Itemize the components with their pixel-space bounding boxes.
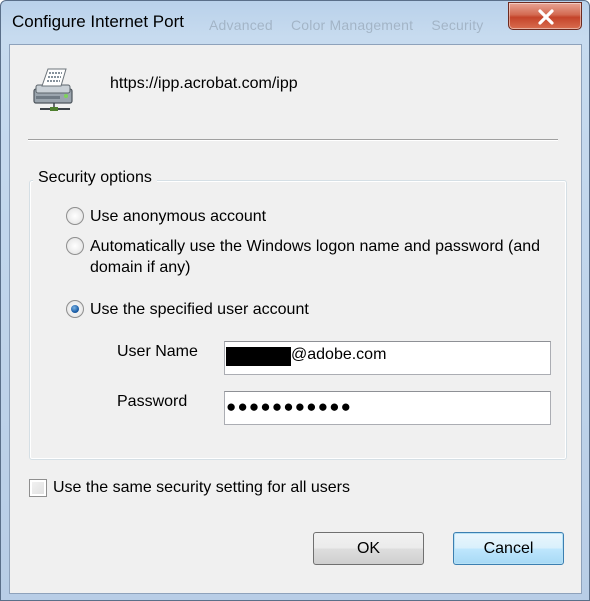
- radio-windows-logon[interactable]: Automatically use the Windows logon name…: [66, 236, 540, 278]
- security-options-legend: Security options: [33, 169, 157, 187]
- printer-network-icon: [33, 68, 73, 111]
- redacted-block: [226, 347, 291, 366]
- radio-anonymous-account[interactable]: Use anonymous account: [66, 206, 266, 227]
- radio-windows-logon-label-line1: Automatically use the Windows logon name…: [90, 238, 541, 255]
- radio-anonymous-label: Use anonymous account: [90, 208, 267, 225]
- background-tabs: Advanced Color Management Security: [209, 17, 498, 33]
- background-tab: Security: [431, 17, 484, 33]
- background-tab: Color Management: [290, 17, 414, 33]
- radio-button[interactable]: [66, 237, 84, 255]
- radio-button-selected[interactable]: [66, 300, 84, 318]
- radio-specified-account[interactable]: Use the specified user account: [66, 299, 309, 320]
- password-input[interactable]: ●●●●●●●●●●●: [224, 391, 551, 425]
- dialog-client-area: https://ipp.acrobat.com/ipp Security opt…: [9, 44, 582, 594]
- window-title: Configure Internet Port: [12, 12, 184, 31]
- user-name-value: @adobe.com: [291, 346, 387, 363]
- radio-specified-label: Use the specified user account: [90, 301, 309, 318]
- same-security-setting-label: Use the same security setting for all us…: [53, 479, 351, 496]
- ok-button[interactable]: OK: [313, 532, 424, 565]
- radio-windows-logon-label-line2: domain if any): [90, 259, 191, 276]
- title-bar[interactable]: Configure Internet Port Advanced Color M…: [1, 1, 589, 43]
- radio-button[interactable]: [66, 207, 84, 225]
- password-value: ●●●●●●●●●●●: [226, 397, 353, 416]
- dialog-window: Configure Internet Port Advanced Color M…: [0, 0, 590, 601]
- cancel-button[interactable]: Cancel: [453, 532, 564, 565]
- same-security-setting-checkbox[interactable]: [29, 479, 47, 497]
- password-label: Password: [117, 393, 188, 410]
- radio-windows-logon-label: Automatically use the Windows logon name…: [90, 236, 540, 278]
- port-url: https://ipp.acrobat.com/ipp: [110, 75, 298, 92]
- user-name-label: User Name: [117, 343, 198, 360]
- close-icon: [538, 9, 554, 25]
- user-name-input[interactable]: @adobe.com: [224, 341, 551, 375]
- same-security-setting-option[interactable]: Use the same security setting for all us…: [29, 479, 350, 497]
- header-separator: [28, 139, 558, 141]
- background-tab: Advanced: [209, 17, 273, 33]
- close-button[interactable]: [508, 2, 582, 30]
